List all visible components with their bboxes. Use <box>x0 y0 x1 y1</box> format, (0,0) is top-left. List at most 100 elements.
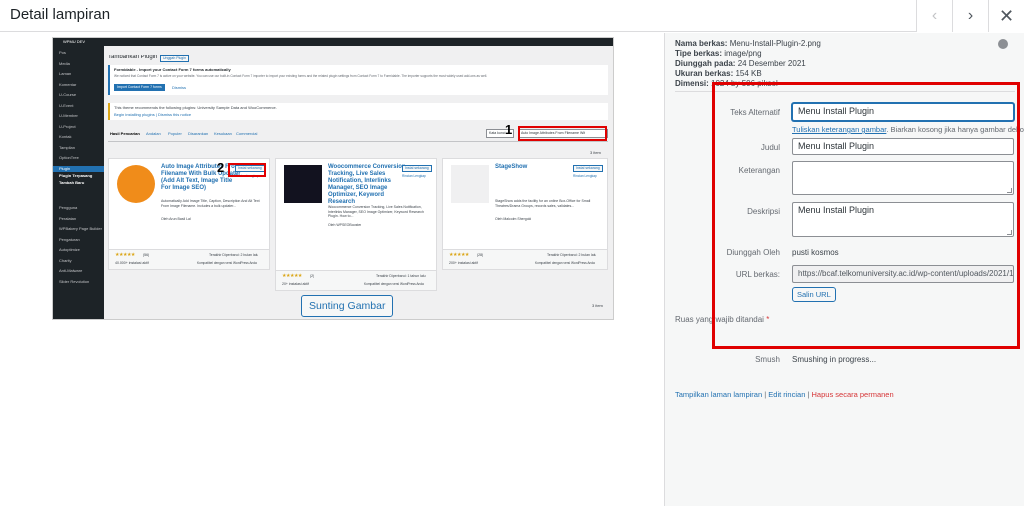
required-note-text: Ruas yang wajib ditandai <box>675 315 764 324</box>
screenshot-sidebar-item: Komentar <box>59 81 77 87</box>
screenshot-plugin-card: StageShow Instal sekarang Rincian Lengkap S… <box>442 158 608 270</box>
plugin-updated: Terakhir Diperbarui: 1 tahun lalu <box>376 274 426 278</box>
title-input[interactable]: Menu Install Plugin <box>792 138 1014 155</box>
resize-handle[interactable] <box>1007 188 1012 193</box>
screenshot-sidebar-item: OptionTree <box>59 155 79 160</box>
uploaded-date-value: 24 Desember 2021 <box>737 59 806 68</box>
chevron-right-icon: › <box>967 7 974 24</box>
plugin-installs: 200+ instalasi aktif <box>449 261 478 265</box>
adminbar-site-name: WPMU DEV <box>63 39 85 44</box>
star-rating-icon: ★★★★★ <box>282 273 302 279</box>
notice-import-button: Import Contact Form 7 forms <box>114 84 165 91</box>
edit-image-button[interactable]: Sunting Gambar <box>301 295 394 317</box>
description-textarea[interactable]: Menu Install Plugin <box>792 202 1014 237</box>
screenshot-theme-notice: This theme recommends the following plug… <box>108 103 608 120</box>
modal-title: Detail lampiran <box>10 6 111 23</box>
screenshot-tab: Disarankan <box>188 131 209 136</box>
uploaded-by-value: pusti kosmos <box>792 248 839 257</box>
file-name-value: Menu-Install-Plugin-2.png <box>729 39 821 48</box>
notice-text: We noticed that Contact Form 7 is active… <box>114 74 488 78</box>
next-attachment-button[interactable]: › <box>952 0 988 32</box>
screenshot-sidebar-item: Anti-Malware <box>59 268 83 273</box>
plugin-rating-count: (56) <box>143 253 150 257</box>
step-number-2: 2 <box>217 160 225 175</box>
previous-attachment-button[interactable]: ‹ <box>916 0 952 32</box>
file-info: Nama berkas: Menu-Install-Plugin-2.png T… <box>675 39 995 89</box>
uploaded-date-label: Diunggah pada: <box>675 59 736 68</box>
copy-url-button[interactable]: Salin URL <box>792 287 836 302</box>
description-value: Menu Install Plugin <box>798 205 875 215</box>
plugin-name: Woocommerce Conversion Tracking, Live Sa… <box>328 164 406 205</box>
screenshot-sidebar-item: U-Member <box>59 113 78 118</box>
plugin-icon <box>451 165 489 203</box>
details-divider <box>675 91 1015 92</box>
file-type-label: Tipe berkas: <box>675 49 722 58</box>
screenshot-sidebar-item: Slider Revolution <box>59 278 90 284</box>
dimensions-label: Dimensi: <box>675 79 709 88</box>
plugin-author: Oleh Malcolm Shergold <box>495 217 532 221</box>
screenshot-sidebar-item: Pengguna <box>59 205 78 210</box>
notice-dismiss-link: Dismiss <box>172 85 186 90</box>
close-modal-button[interactable]: ✕ <box>988 0 1024 32</box>
plugin-updated: Terakhir Diperbarui: 2 bulan lalu <box>547 253 597 257</box>
plugin-icon <box>117 165 155 203</box>
file-name-label: Nama berkas: <box>675 39 728 48</box>
resize-handle[interactable] <box>1007 230 1012 235</box>
plugin-author: Oleh Arun Basil Lal <box>161 217 191 221</box>
screenshot-sidebar-item: Plugin <box>53 165 104 172</box>
plugin-install-button: Instal sekarang <box>573 165 603 172</box>
screenshot-sidebar-item: Autoptimize <box>59 247 80 252</box>
screenshot-tab: Kesukaan <box>214 131 232 136</box>
file-name-row: Nama berkas: Menu-Install-Plugin-2.png <box>675 39 995 49</box>
file-size-label: Ukuran berkas: <box>675 69 734 78</box>
screenshot-sidebar-item: Tampilan <box>59 144 76 150</box>
plugin-rating-count: (28) <box>477 253 484 257</box>
file-type-row: Tipe berkas: image/png <box>675 49 995 59</box>
alt-text-input[interactable]: Menu Install Plugin <box>792 103 1014 121</box>
screenshot-tab: Populer <box>168 131 182 136</box>
plugin-compat: Kompatibel dengan versi WordPress Anda <box>197 261 257 265</box>
theme-notice-text: This theme recommends the following plug… <box>114 105 277 110</box>
description-label: Deskripsi <box>747 207 780 216</box>
attachment-actions: Tampilkan laman lampiran | Edit rincian … <box>675 390 894 399</box>
separator: | <box>764 390 767 399</box>
attachment-image-preview[interactable]: WPMU DEV Pos Media Laman Komentar U-Course U-… <box>52 37 614 320</box>
plugin-details-link: Rincian Lengkap <box>402 174 426 178</box>
plugin-icon <box>284 165 322 203</box>
plugin-installs: 40.000+ instalasi aktif <box>115 261 149 265</box>
attachment-media-view: WPMU DEV Pos Media Laman Komentar U-Course U-… <box>0 33 664 506</box>
screenshot-tab: Hasil Pencarian <box>110 131 140 136</box>
edit-details-link[interactable]: Edit rincian <box>768 390 805 399</box>
alt-text-help: Tuliskan keterangan gambar. Biarkan koso… <box>792 125 1024 134</box>
uploaded-by-label: Diunggah Oleh <box>726 248 780 257</box>
required-mark: * <box>766 315 770 324</box>
screenshot-sidebar-item: U-Event <box>59 102 74 108</box>
caption-label: Keterangan <box>738 166 780 175</box>
close-icon: ✕ <box>998 5 1015 26</box>
modal-header: Detail lampiran ‹ › ✕ <box>0 0 1024 32</box>
star-rating-icon: ★★★★★ <box>115 252 135 258</box>
plugin-card-footer: ★★★★★ (56) 40.000+ instalasi aktif Terakhir… <box>109 249 269 269</box>
chevron-left-icon: ‹ <box>931 7 938 24</box>
screenshot-page-title: Tambahkan Plugin <box>108 55 158 60</box>
plugin-install-button: Instal sekarang <box>402 165 432 172</box>
file-url-input[interactable]: https://bcaf.telkomuniversity.ac.id/wp-c… <box>792 265 1014 283</box>
separator: | <box>807 390 810 399</box>
screenshot-sidebar-item: Plugin Terpasang <box>59 172 93 178</box>
caption-textarea[interactable] <box>792 161 1014 195</box>
screenshot-sidebar-item: U-Project <box>59 123 76 129</box>
screenshot-tab: Commercial <box>236 131 258 136</box>
plugin-card-footer: ★★★★★ (2) 20+ instalasi aktif Terakhir Dipe… <box>276 270 436 290</box>
alt-text-help-text: . Biarkan kosong jika hanya gambar dekor… <box>886 125 1024 134</box>
plugin-compat: Kompatibel dengan versi WordPress Anda <box>535 261 595 265</box>
plugin-description: Woocommerce Conversion Tracking, Live Sa… <box>328 205 424 218</box>
view-attachment-link[interactable]: Tampilkan laman lampiran <box>675 390 762 399</box>
delete-permanently-link[interactable]: Hapus secara permanen <box>812 390 894 399</box>
plugin-rating-count: (2) <box>310 274 315 278</box>
step-number-1: 1 <box>505 122 513 137</box>
alt-text-help-link[interactable]: Tuliskan keterangan gambar <box>792 125 886 134</box>
screenshot-sidebar-item: WPBakery Page Builder <box>59 226 102 231</box>
screenshot-formidable-notice: Formidable - Import your Contact Form 7 … <box>108 65 608 95</box>
screenshot-plugin-card: Woocommerce Conversion Tracking, Live Sa… <box>275 158 437 291</box>
plugin-details-link: Rincian Lengkap <box>573 174 597 178</box>
